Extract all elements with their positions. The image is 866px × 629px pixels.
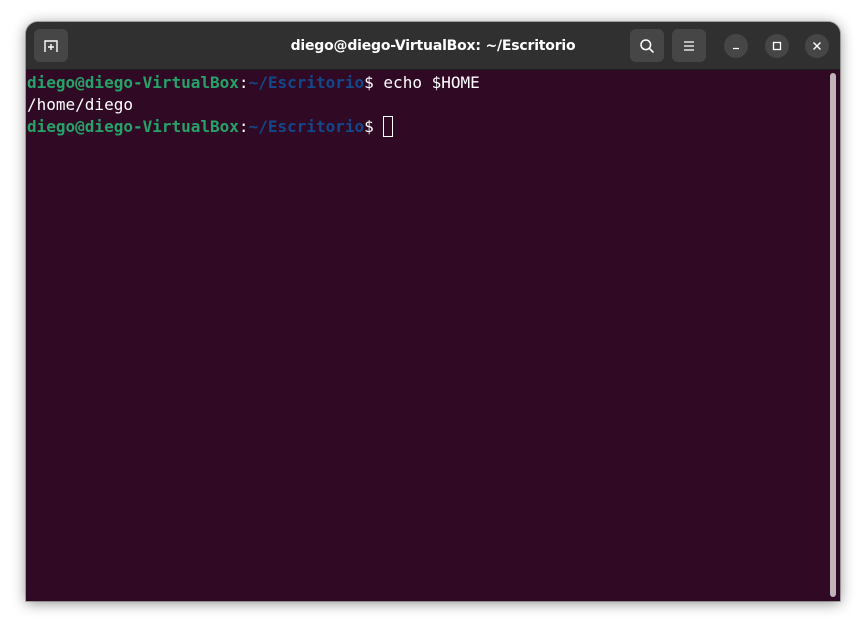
prompt-separator: :: [238, 73, 249, 92]
terminal-output-area[interactable]: diego@diego-VirtualBox:~/Escritorio$ ech…: [26, 70, 840, 601]
new-tab-button[interactable]: [34, 29, 68, 62]
terminal-line: diego@diego-VirtualBox:~/Escritorio$ ech…: [26, 72, 840, 94]
command-output: /home/diego: [27, 95, 133, 114]
window-title: diego@diego-VirtualBox: ~/Escritorio: [290, 38, 576, 54]
prompt-user-host: diego@diego-VirtualBox: [27, 117, 239, 136]
close-icon: [813, 42, 821, 50]
prompt-path: ~/Escritorio: [248, 117, 365, 136]
search-button[interactable]: [630, 29, 664, 62]
main-menu-button[interactable]: [672, 29, 706, 62]
prompt-path: ~/Escritorio: [248, 73, 365, 92]
terminal-line: diego@diego-VirtualBox:~/Escritorio$: [26, 116, 840, 138]
terminal-scrollbar[interactable]: [830, 73, 836, 597]
hamburger-menu-icon: [684, 40, 694, 51]
text-cursor: [383, 116, 394, 137]
close-button[interactable]: [805, 34, 829, 58]
minimize-button[interactable]: [724, 34, 748, 58]
headerbar: diego@diego-VirtualBox: ~/Escritorio: [26, 22, 840, 70]
terminal-line: /home/diego: [26, 94, 840, 116]
search-icon: [640, 38, 654, 53]
new-tab-icon: [44, 39, 58, 52]
prompt-symbol: $: [364, 117, 384, 136]
prompt-symbol: $: [364, 73, 384, 92]
command-text: echo $HOME: [383, 73, 480, 92]
minimize-icon: [733, 47, 739, 50]
prompt-user-host: diego@diego-VirtualBox: [27, 73, 239, 92]
maximize-button[interactable]: [765, 34, 789, 58]
terminal-window: diego@diego-VirtualBox: ~/Escritorio die…: [26, 22, 840, 601]
maximize-icon: [772, 41, 782, 51]
prompt-separator: :: [238, 117, 249, 136]
